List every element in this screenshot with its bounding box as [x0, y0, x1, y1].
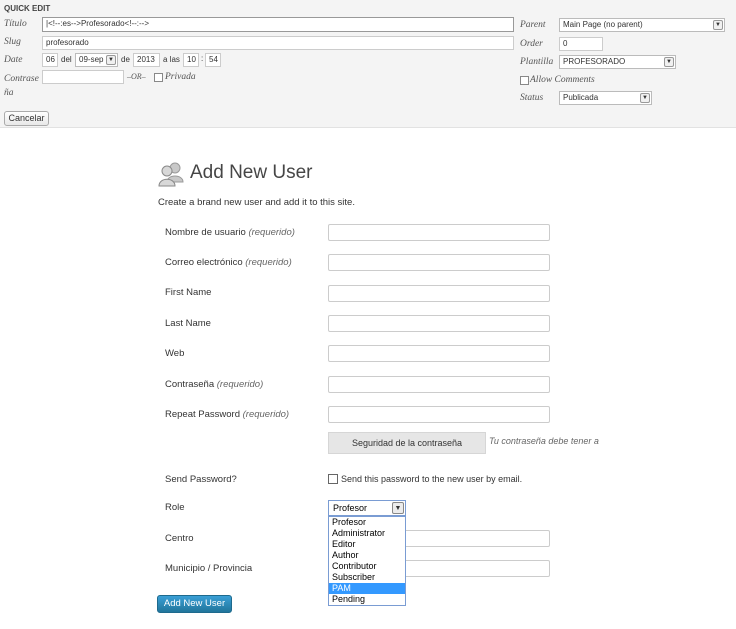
page-description: Create a brand new user and add it to th…: [158, 197, 355, 208]
chevron-down-icon: ▼: [106, 55, 116, 65]
parent-value: Main Page (no parent): [563, 20, 643, 29]
private-checkbox[interactable]: [154, 73, 163, 82]
date-del-text: del: [61, 55, 72, 64]
role-dropdown-list: Profesor Administrator Editor Author Contrib…: [328, 516, 406, 606]
password-label: Contraseña (requerido): [165, 379, 263, 390]
role-option[interactable]: Author: [329, 550, 405, 561]
slug-input[interactable]: profesorado: [42, 36, 514, 50]
title-label: Título: [4, 19, 27, 29]
repeat-password-label-text: Repeat Password: [165, 409, 240, 420]
role-select[interactable]: Profesor ▼: [328, 500, 406, 516]
date-month-select[interactable]: 09-sep ▼: [75, 53, 118, 67]
quick-edit-heading: QUICK EDIT: [4, 4, 51, 13]
password-input[interactable]: [328, 376, 550, 393]
date-year-input[interactable]: 2013: [133, 53, 160, 67]
email-input[interactable]: [328, 254, 550, 271]
date-a-las-text: a las: [163, 55, 180, 64]
private-label: Privada: [165, 72, 196, 82]
date-month-value: 09-sep: [79, 55, 104, 64]
template-label: Plantilla: [520, 57, 554, 67]
chevron-down-icon: ▼: [640, 93, 650, 103]
cancel-button[interactable]: Cancelar: [4, 111, 49, 126]
status-label: Status: [520, 93, 544, 103]
last-name-input[interactable]: [328, 315, 550, 332]
required-note: (requerido): [248, 227, 295, 238]
add-new-user-button[interactable]: Add New User: [157, 595, 232, 613]
slug-label: Slug: [4, 37, 21, 47]
role-option[interactable]: Pending: [329, 594, 405, 605]
first-name-label: First Name: [165, 287, 212, 298]
parent-label: Parent: [520, 20, 546, 30]
username-label-text: Nombre de usuario: [165, 227, 246, 238]
password-input[interactable]: [42, 70, 124, 84]
role-option[interactable]: PAM: [329, 583, 405, 594]
users-icon: [157, 160, 185, 188]
send-password-text: Send this password to the new user by em…: [341, 474, 523, 484]
municipio-label: Municipio / Provincia: [165, 563, 253, 574]
status-value: Publicada: [563, 93, 599, 102]
required-note: (requerido): [242, 409, 290, 420]
required-note: (requerido): [216, 379, 264, 390]
email-label: Correo electrónico (requerido): [165, 257, 292, 268]
repeat-password-label: Repeat Password (requerido): [165, 409, 289, 420]
date-de-text: de: [121, 55, 130, 64]
first-name-input[interactable]: [328, 285, 550, 302]
date-hour-input[interactable]: 10: [183, 53, 199, 67]
send-password-label: Send Password?: [165, 474, 237, 485]
title-input[interactable]: |<!--:es-->Profesorado<!--:-->: [42, 17, 514, 32]
required-note: (requerido): [245, 257, 292, 268]
chevron-down-icon: ▼: [713, 20, 723, 30]
password-label-text: Contraseña: [165, 379, 215, 390]
username-input[interactable]: [328, 224, 550, 241]
page-title: Add New User: [190, 162, 313, 183]
template-select[interactable]: PROFESORADO ▼: [559, 55, 676, 69]
role-option[interactable]: Administrator: [329, 528, 405, 539]
repeat-password-input[interactable]: [328, 406, 550, 423]
parent-select[interactable]: Main Page (no parent) ▼: [559, 18, 725, 32]
role-option[interactable]: Editor: [329, 539, 405, 550]
web-label: Web: [165, 348, 185, 359]
chevron-down-icon: ▼: [392, 502, 404, 514]
order-input[interactable]: 0: [559, 37, 603, 51]
role-select-value: Profesor: [333, 503, 368, 513]
password-label: Contraseña: [4, 74, 39, 98]
role-option[interactable]: Profesor: [329, 517, 405, 528]
username-label: Nombre de usuario (requerido): [165, 227, 295, 238]
or-text: –OR–: [127, 72, 146, 81]
web-input[interactable]: [328, 345, 550, 362]
centro-label: Centro: [165, 533, 194, 544]
date-day-input[interactable]: 06: [42, 53, 58, 67]
order-label: Order: [520, 39, 543, 49]
email-label-text: Correo electrónico: [165, 257, 243, 268]
last-name-label: Last Name: [165, 318, 211, 329]
send-password-checkbox[interactable]: [328, 474, 338, 484]
chevron-down-icon: ▼: [664, 57, 674, 67]
date-colon-text: :: [201, 54, 204, 63]
password-hint: Tu contraseña debe tener a: [489, 436, 599, 446]
role-option[interactable]: Subscriber: [329, 572, 405, 583]
role-option[interactable]: Contributor: [329, 561, 405, 572]
status-select[interactable]: Publicada ▼: [559, 91, 652, 105]
password-strength-indicator: Seguridad de la contraseña: [328, 432, 486, 454]
role-label: Role: [165, 502, 185, 513]
template-value: PROFESORADO: [563, 57, 626, 66]
date-label: Date: [4, 55, 23, 65]
date-minute-input[interactable]: 54: [205, 53, 221, 67]
allow-comments-label: Allow Comments: [530, 75, 595, 85]
allow-comments-checkbox[interactable]: [520, 76, 529, 85]
quick-edit-panel: QUICK EDIT Título |<!--:es-->Profesorado…: [0, 0, 736, 128]
